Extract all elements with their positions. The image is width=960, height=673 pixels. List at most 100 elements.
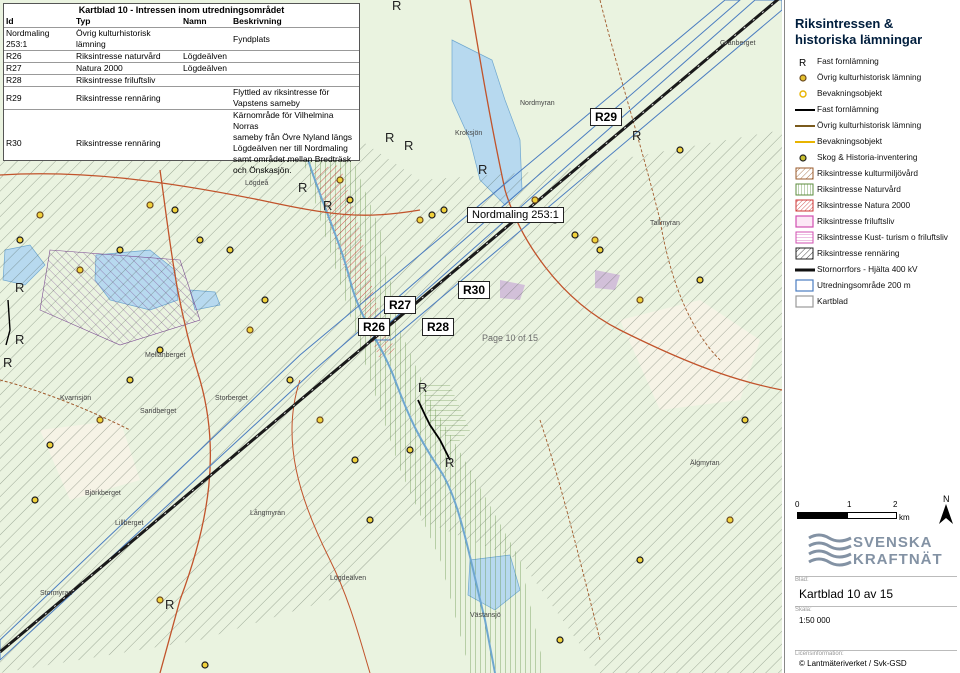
cell-beskrivning: Kärnområde för Vilhelmina Norras sameby … — [231, 109, 359, 176]
kulturlamning-dot[interactable] — [406, 446, 414, 454]
green-vertical-icon — [795, 183, 815, 197]
scale-segment — [847, 512, 897, 519]
kulturlamning-dot[interactable] — [36, 211, 44, 219]
cell-id: R28 — [4, 74, 74, 87]
kulturlamning-dot[interactable] — [636, 556, 644, 564]
kulturlamning-dot[interactable] — [416, 216, 424, 224]
legend-item: Riksintresse friluftsliv — [795, 215, 960, 229]
legend-item: Riksintresse rennäring — [795, 247, 960, 261]
blue-box-icon — [795, 279, 815, 293]
place-name: Storberget — [215, 395, 248, 402]
legend-item: Riksintresse Naturvård — [795, 183, 960, 197]
svg-text:R: R — [799, 58, 806, 69]
table-row: R30 Riksintresse rennäring Kärnområde fö… — [4, 109, 359, 176]
kulturlamning-dot[interactable] — [596, 246, 604, 254]
kulturlamning-dot[interactable] — [96, 416, 104, 424]
legend-label: Stornorrfors - Hjälta 400 kV — [817, 264, 918, 274]
kulturlamning-dot[interactable] — [571, 231, 579, 239]
legend-label: Riksintresse friluftsliv — [817, 216, 895, 226]
kulturlamning-dot[interactable] — [76, 266, 84, 274]
cell-id: Nordmaling 253:1 — [4, 27, 74, 51]
legend-label: Övrig kulturhistorisk lämning — [817, 120, 922, 130]
legend-item: R Fast fornlämning — [795, 55, 960, 69]
kulturlamning-dot[interactable] — [428, 211, 436, 219]
cell-id: R27 — [4, 62, 74, 75]
table-row: Nordmaling 253:1 Övrig kulturhistorisk l… — [4, 27, 359, 51]
fornlamning-marker: R — [165, 597, 175, 612]
kulturlamning-dot[interactable] — [726, 516, 734, 524]
legend-item: Bevakningsobjekt — [795, 87, 960, 101]
kulturlamning-dot[interactable] — [156, 596, 164, 604]
callout-nordmaling[interactable]: Nordmaling 253:1 — [467, 207, 564, 223]
kulturlamning-dot[interactable] — [116, 246, 124, 254]
kulturlamning-dot[interactable] — [591, 236, 599, 244]
kulturlamning-dot[interactable] — [16, 236, 24, 244]
yellow-line-icon — [795, 135, 815, 149]
legend-label: Riksintresse rennäring — [817, 248, 900, 258]
place-name: Kroksjön — [455, 130, 483, 137]
legend-label: Riksintresse Natura 2000 — [817, 200, 911, 210]
fornlamning-marker: R — [3, 355, 13, 370]
fornlamning-r-icon: R — [795, 55, 815, 69]
legend-item: Övrig kulturhistorisk lämning — [795, 119, 960, 133]
kulturlamning-dot[interactable] — [366, 516, 374, 524]
kulturlamning-dot[interactable] — [556, 636, 564, 644]
place-name: Lillberget — [115, 520, 144, 527]
kulturlamning-dot[interactable] — [201, 661, 209, 669]
legend-item: Riksintresse kulturmiljövård — [795, 167, 960, 181]
kulturlamning-dot[interactable] — [676, 146, 684, 154]
kulturlamning-dot[interactable] — [316, 416, 324, 424]
kulturlamning-dot[interactable] — [146, 201, 154, 209]
callout-r26[interactable]: R26 — [358, 318, 391, 336]
yellow-dot-icon — [795, 87, 815, 101]
kulturlamning-dot[interactable] — [196, 236, 204, 244]
kulturlamning-dot[interactable] — [31, 496, 39, 504]
legend-label: Kartblad — [817, 296, 848, 306]
fornlamning-marker: R — [404, 138, 414, 153]
kulturlamning-dot[interactable] — [741, 416, 749, 424]
kulturlamning-dot[interactable] — [246, 326, 254, 334]
callout-r27[interactable]: R27 — [384, 296, 417, 314]
kulturlamning-dot[interactable] — [531, 196, 539, 204]
skala-label: Skala: — [795, 607, 812, 613]
logo-text-line1: SVENSKA — [853, 534, 933, 551]
fornlamning-marker: R — [298, 180, 308, 195]
place-name: Nordmyran — [520, 100, 555, 107]
place-name: Lögdeälven — [330, 575, 367, 582]
kulturlamning-dot[interactable] — [636, 296, 644, 304]
kulturlamning-dot[interactable] — [351, 456, 359, 464]
kulturlamning-dot[interactable] — [126, 376, 134, 384]
kulturlamning-dot[interactable] — [46, 441, 54, 449]
legend-title: Riksintressen & historiska lämningar — [795, 16, 923, 47]
kulturlamning-dot[interactable] — [171, 206, 179, 214]
callout-r29[interactable]: R29 — [590, 108, 623, 126]
red-hatch-icon — [795, 199, 815, 213]
cell-namn — [181, 109, 231, 176]
kulturlamning-dot[interactable] — [286, 376, 294, 384]
grey-box-icon — [795, 295, 815, 309]
place-name: Sandberget — [140, 408, 177, 415]
callout-r30[interactable]: R30 — [458, 281, 491, 299]
kraftnat-wave-icon — [808, 533, 852, 567]
logo-text-line2: KRAFTNÄT — [853, 551, 943, 568]
kulturlamning-dot[interactable] — [261, 296, 269, 304]
legend-item: Riksintresse Natura 2000 — [795, 199, 960, 213]
place-name: Kvarnsjön — [60, 395, 92, 402]
legend-item: Skog & Historia-inventering — [795, 151, 960, 165]
map-canvas[interactable]: Kvarnsjön Nordmyran Lögdeå Stormyran Lån… — [0, 0, 782, 673]
kulturlamning-dot[interactable] — [226, 246, 234, 254]
kulturlamning-dot[interactable] — [336, 176, 344, 184]
fornlamning-marker: R — [385, 130, 395, 145]
north-letter: N — [943, 494, 950, 504]
kulturlamning-dot[interactable] — [346, 196, 354, 204]
callout-r28[interactable]: R28 — [422, 318, 455, 336]
legend-label: Bevakningsobjekt — [817, 136, 883, 146]
kulturlamning-dot[interactable] — [696, 276, 704, 284]
fornlamning-marker: R — [632, 128, 642, 143]
cell-id: R29 — [4, 86, 74, 110]
legend-item: Övrig kulturhistorisk lämning — [795, 71, 960, 85]
table-row: R26 Riksintresse naturvård Lögdeälven — [4, 50, 359, 63]
kulturlamning-dot[interactable] — [440, 206, 448, 214]
cell-typ: Natura 2000 — [74, 62, 181, 75]
scale-tick: 2 — [893, 500, 898, 509]
